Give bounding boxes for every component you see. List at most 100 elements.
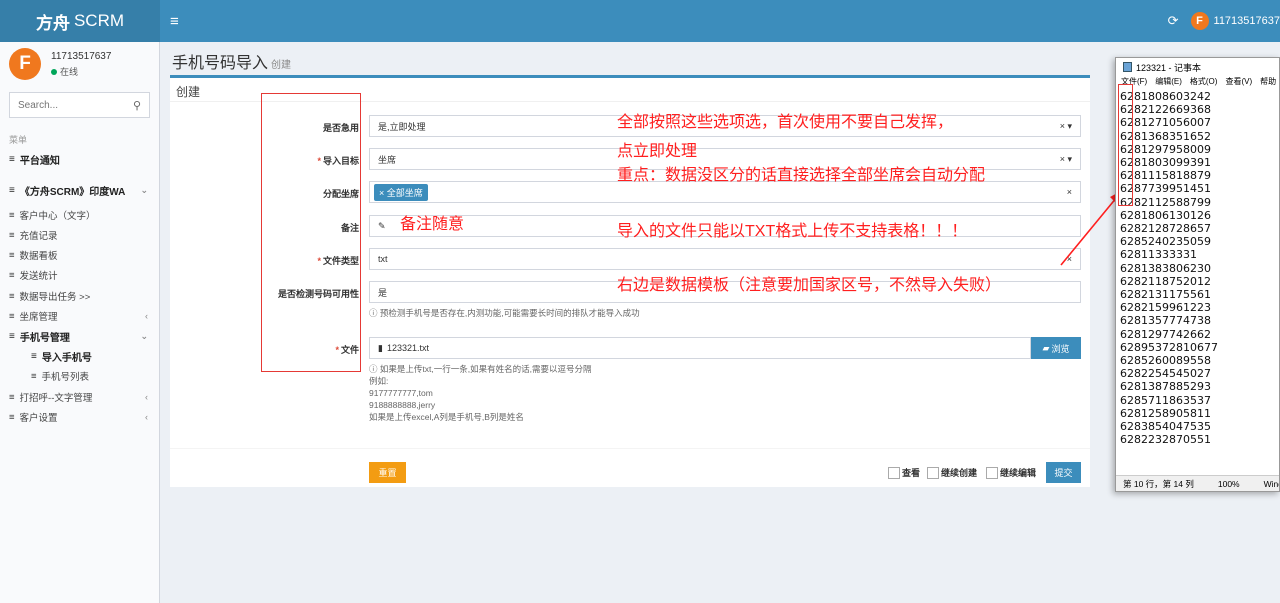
notepad-icon	[1123, 62, 1132, 72]
sidebar-item-export-tasks[interactable]: ≡ 数据导出任务 >>	[0, 289, 90, 304]
notepad-line: 6282128728657	[1120, 222, 1211, 236]
menu-header: 菜单	[9, 135, 28, 145]
search-icon[interactable]: ⚲	[133, 99, 141, 112]
annotation-prefix-box	[1118, 84, 1133, 206]
notepad-line: 6282232870551	[1120, 433, 1211, 447]
top-navbar: 方舟 SCRM ≡ ⟳ F 11713517637	[0, 0, 1280, 42]
chevron-down-icon: ⌄	[140, 185, 148, 195]
select-clear-icon[interactable]: × ▾	[1060, 154, 1072, 165]
sidebar-item-recharge[interactable]: ≡ 充值记录	[0, 228, 58, 243]
top-username[interactable]: 11713517637	[1214, 15, 1280, 27]
menu-icon: ≡	[9, 185, 15, 196]
brand-rest: SCRM	[73, 11, 125, 30]
sidebar-search: ⚲	[9, 92, 150, 118]
menu-icon: ≡	[9, 331, 15, 342]
annotation-line2: 点立即处理	[617, 143, 698, 160]
menu-icon: ≡	[9, 391, 15, 403]
info-icon: ⓘ	[369, 308, 378, 318]
chevron-left-icon: ‹	[145, 392, 148, 402]
notepad-line: 6285240235059	[1120, 235, 1211, 249]
notepad-line: 6285260089558	[1120, 354, 1211, 368]
notepad-line: 6282112588799	[1120, 195, 1211, 209]
menu-icon: ≡	[9, 290, 15, 302]
page-title: 手机号码导入 创建	[172, 55, 292, 72]
folder-icon: ▰	[1042, 342, 1050, 353]
file-icon: ▮	[378, 342, 383, 353]
sidebar-item-phone-management[interactable]: ≡ 手机号管理 ⌄	[0, 329, 160, 344]
notepad-line: 6281357774738	[1120, 314, 1211, 328]
continue-edit-checkbox[interactable]: 继续编辑	[986, 466, 1036, 479]
online-dot-icon	[51, 68, 57, 75]
notepad-line: 6281368351652	[1120, 129, 1211, 143]
notepad-line: 6281806130126	[1120, 208, 1211, 222]
notepad-line: 6281383806230	[1120, 261, 1211, 275]
avatar[interactable]: F	[1190, 12, 1209, 30]
avatar: F	[9, 48, 41, 80]
sidebar-item-greeting[interactable]: ≡ 打招呼--文字管理 ‹	[0, 390, 160, 405]
menu-icon: ≡	[9, 269, 15, 281]
sidebar-item-dashboard[interactable]: ≡ 数据看板	[0, 248, 58, 263]
sidebar-item-notice[interactable]: ≡ 平台通知	[0, 152, 60, 167]
annotation-label-box	[261, 93, 361, 372]
sidebar: F 11713517637 在线 ⚲ 菜单 ≡平台通知 ≡《方舟SCRM》印度W…	[0, 42, 160, 603]
file-help: ⓘ 如果是上传txt,一行一条,如果有姓名的话,需要以逗号分隔 例如: 9177…	[369, 364, 592, 422]
sidebar-item-customer-center[interactable]: ≡ 客户中心（文字）	[0, 208, 96, 223]
sidebar-item-import-phone[interactable]: ≡ 导入手机号	[0, 349, 92, 364]
sidebar-toggle-icon[interactable]: ≡	[170, 13, 192, 30]
notepad-line: 6287739951451	[1120, 182, 1211, 196]
user-status: 在线	[51, 65, 111, 78]
notepad-titlebar: 123321 - 记事本	[1116, 58, 1279, 76]
tag-all-seats[interactable]: × 全部坐席	[374, 183, 428, 201]
annotation-template: 右边是数据模板（注意要加国家区号，不然导入失败）	[617, 277, 1002, 294]
sidebar-item-send-stats[interactable]: ≡ 发送统计	[0, 268, 58, 283]
sidebar-item-seat-management[interactable]: ≡ 坐席管理 ‹	[0, 309, 160, 324]
notepad-line: 6281803099391	[1120, 156, 1211, 170]
user-panel: F 11713517637 在线	[0, 42, 159, 86]
search-input[interactable]	[18, 99, 118, 111]
notepad-statusbar: 第 10 行，第 14 列 100% Windows	[1116, 475, 1279, 491]
select-clear-icon[interactable]: × ▾	[1060, 121, 1072, 132]
notepad-line: 6281271056007	[1120, 116, 1211, 130]
notepad-line: 6281297958009	[1120, 142, 1211, 156]
menu-icon: ≡	[9, 249, 15, 261]
menu-icon: ≡	[9, 229, 15, 241]
menu-icon: ≡	[9, 411, 15, 423]
check-help: ⓘ 预检测手机号是否存在,内测功能,可能需要长时间的排队才能导入成功	[369, 308, 640, 318]
filetype-select[interactable]: txt ×	[369, 248, 1081, 270]
file-input[interactable]: ▮ 123321.txt	[369, 337, 1031, 359]
notepad-window: 123321 - 记事本 文件(F) 编辑(E) 格式(O) 查看(V) 帮助 …	[1115, 57, 1280, 492]
annotation-line1: 全部按照这些选项选，首次使用不要自己发挥，	[617, 114, 954, 131]
notepad-line: 6282118752012	[1120, 274, 1211, 288]
notepad-text[interactable]: 6281808603242 6282122669368 6281271056007 6…	[1116, 90, 1279, 446]
notepad-line: 6282131175561	[1120, 288, 1211, 302]
annotation-txt-only: 导入的文件只能以TXT格式上传不支持表格！！！	[617, 223, 968, 240]
annotation-note: 备注随意	[400, 216, 465, 233]
sidebar-item-india-wa[interactable]: ≡ 《方舟SCRM》印度WA ⌄	[0, 183, 160, 198]
notepad-line: 6281808603242	[1120, 90, 1211, 103]
menu-view[interactable]: 查看(V)	[1225, 76, 1252, 90]
chevron-left-icon: ‹	[145, 412, 148, 422]
notepad-line: 6282254545027	[1120, 367, 1211, 381]
sidebar-item-phone-list[interactable]: ≡ 手机号列表	[0, 369, 89, 384]
menu-icon: ≡	[9, 209, 15, 221]
sidebar-item-customer-settings[interactable]: ≡ 客户设置 ‹	[0, 410, 160, 425]
menu-format[interactable]: 格式(O)	[1190, 76, 1218, 90]
browse-button[interactable]: ▰ 浏览	[1031, 337, 1081, 359]
notepad-line: 6282159961223	[1120, 301, 1211, 315]
chevron-down-icon: ⌄	[140, 331, 148, 341]
menu-edit[interactable]: 编辑(E)	[1155, 76, 1182, 90]
menu-icon: ≡	[31, 351, 37, 362]
notepad-line: 6281115818879	[1120, 169, 1211, 183]
brand-logo[interactable]: 方舟 SCRM	[0, 0, 160, 42]
menu-help[interactable]: 帮助	[1260, 76, 1276, 90]
submit-button[interactable]: 提交	[1046, 462, 1081, 483]
refresh-icon[interactable]: ⟳	[1168, 13, 1179, 29]
continue-create-checkbox[interactable]: 继续创建	[927, 466, 977, 479]
notepad-line: 62811333331	[1120, 248, 1197, 262]
pencil-icon: ✎	[378, 220, 386, 231]
notepad-line: 6282122669368	[1120, 103, 1211, 117]
notepad-line: 6283854047535	[1120, 420, 1211, 434]
brand-bold: 方舟	[35, 13, 70, 33]
reset-button[interactable]: 重置	[369, 462, 406, 483]
view-checkbox[interactable]: 查看	[888, 466, 920, 479]
